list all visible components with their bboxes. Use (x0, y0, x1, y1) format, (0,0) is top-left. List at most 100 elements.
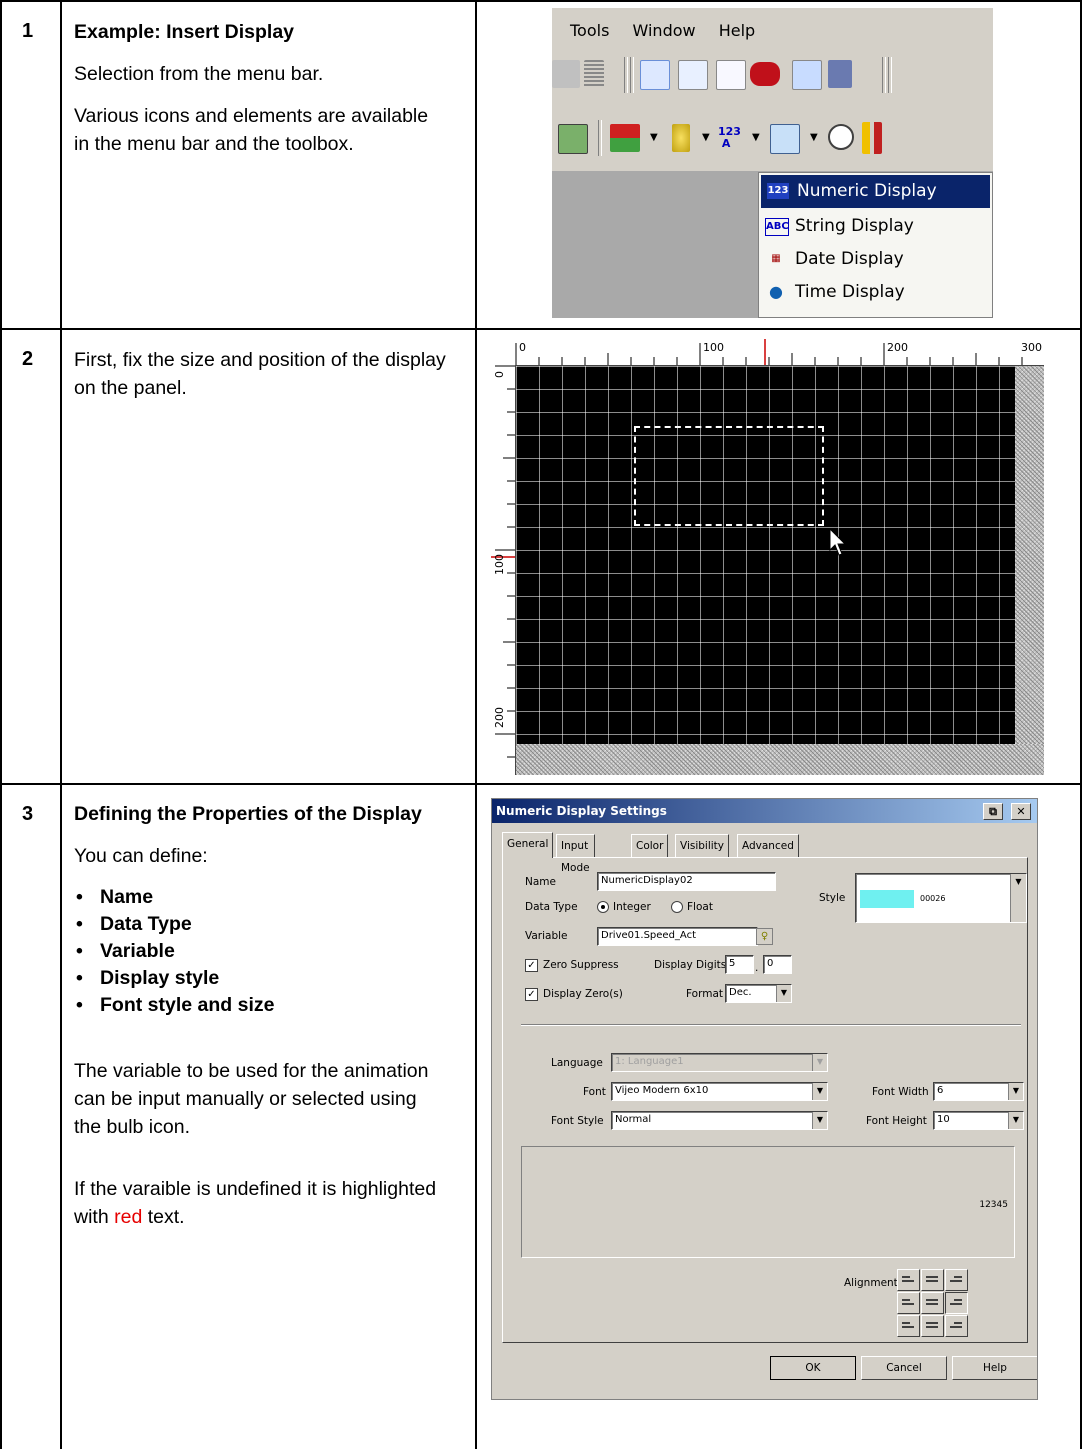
cancel-button[interactable]: Cancel (861, 1356, 947, 1380)
align-middle-right-button[interactable] (945, 1292, 968, 1314)
decimal-point: . (755, 962, 759, 974)
align-bottom-right-button[interactable] (945, 1315, 968, 1337)
name-input[interactable]: NumericDisplay02 (597, 872, 776, 891)
tab-color[interactable]: Color (631, 834, 669, 857)
copy-icon[interactable]: ⧉ (983, 803, 1003, 820)
gauge-icon[interactable] (828, 124, 854, 150)
align-middle-left-button[interactable] (897, 1292, 920, 1314)
font-style-value: Normal (615, 1114, 652, 1125)
display-zeros-checkbox[interactable]: ✓ (525, 988, 538, 1001)
zoom-icon[interactable] (640, 60, 670, 90)
numeric-display-tool-icon[interactable]: 123 A (718, 126, 741, 150)
mouse-cursor-icon (829, 528, 847, 556)
align-middle-center-button[interactable] (921, 1292, 944, 1314)
lamp-icon[interactable] (672, 124, 690, 152)
chevron-down-icon[interactable]: ▼ (810, 132, 818, 143)
close-icon[interactable]: ✕ (1011, 803, 1031, 820)
tab-advanced[interactable]: Advanced (737, 834, 799, 857)
chevron-down-icon[interactable]: ▼ (650, 132, 658, 143)
selection-rectangle[interactable] (634, 426, 824, 526)
property-list: Name Data Type Variable Display style Fo… (74, 884, 459, 1019)
font-height-select[interactable]: 10 ▼ (933, 1111, 1024, 1130)
switch-icon[interactable] (610, 124, 640, 152)
style-color-swatch (860, 890, 914, 908)
float-radio[interactable] (671, 901, 683, 913)
chevron-down-icon[interactable]: ▼ (702, 132, 710, 143)
format-select[interactable]: Dec. ▼ (725, 984, 792, 1003)
bulb-icon[interactable]: ♀ (756, 928, 773, 945)
picture-icon[interactable] (558, 124, 588, 154)
input-icon[interactable] (770, 124, 800, 154)
display-digits-integer-input[interactable]: 5 (725, 955, 754, 974)
toolbar-icon[interactable] (552, 60, 580, 88)
font-style-select[interactable]: Normal ▼ (611, 1111, 828, 1130)
list-item: Display style (74, 965, 459, 992)
ruler-label: 0 (493, 371, 506, 378)
bargraph-icon[interactable] (862, 122, 882, 154)
display-dropdown-menu: 123 Numeric Display ABC String Display ▦… (758, 172, 993, 318)
font-label: Font (583, 1086, 606, 1098)
menu-item-date-display[interactable]: ▦ Date Display (759, 243, 992, 276)
align-bottom-center-button[interactable] (921, 1315, 944, 1337)
chevron-down-icon[interactable]: ▼ (776, 985, 791, 1002)
panel-icon[interactable] (792, 60, 822, 90)
preview-value: 12345 (979, 1200, 1008, 1210)
float-label: Float (687, 901, 713, 913)
tab-input-mode[interactable]: Input Mode (556, 834, 595, 874)
align-bottom-left-button[interactable] (897, 1315, 920, 1337)
menu-item-numeric-display[interactable]: 123 Numeric Display (761, 175, 990, 208)
chevron-down-icon[interactable]: ▼ (752, 132, 760, 143)
time-display-icon: ● (769, 282, 783, 301)
menu-help[interactable]: Help (719, 21, 755, 40)
style-select[interactable]: 00026 ▼ (855, 873, 1027, 923)
style-label: Style (819, 892, 846, 904)
chevron-down-icon[interactable]: ▼ (812, 1083, 827, 1100)
panel-canvas[interactable] (516, 366, 1015, 744)
device-icon[interactable] (750, 62, 780, 86)
chevron-down-icon[interactable]: ▼ (812, 1112, 827, 1129)
find-icon[interactable] (828, 60, 852, 88)
align-top-right-button[interactable] (945, 1269, 968, 1291)
step-number: 3 (22, 803, 34, 825)
language-select[interactable]: 1: Language1 ▼ (611, 1053, 828, 1072)
font-height-label: Font Height (866, 1115, 927, 1127)
chevron-down-icon[interactable]: ▼ (1008, 1083, 1023, 1100)
chevron-down-icon[interactable]: ▼ (812, 1054, 827, 1071)
tab-visibility[interactable]: Visibility (675, 834, 730, 857)
font-height-value: 10 (937, 1114, 950, 1125)
font-width-label: Font Width (872, 1086, 929, 1098)
ruler-label: 300 (1021, 341, 1042, 354)
menu-tools[interactable]: Tools (570, 21, 609, 40)
chevron-down-icon[interactable]: ▼ (1010, 874, 1026, 922)
font-width-select[interactable]: 6 ▼ (933, 1082, 1024, 1101)
menu-item-string-display[interactable]: ABC String Display (759, 210, 992, 243)
variable-input[interactable]: Drive01.Speed_Act (597, 927, 758, 946)
ruler-ticks (515, 339, 1023, 365)
align-top-left-button[interactable] (897, 1269, 920, 1291)
grid-icon[interactable] (584, 60, 604, 88)
toolbar-top (552, 52, 993, 98)
step-paragraph: You can define: (74, 845, 208, 867)
help-button[interactable]: Help (952, 1356, 1037, 1380)
display-digits-decimal-input[interactable]: 0 (763, 955, 792, 974)
align-top-center-button[interactable] (921, 1269, 944, 1291)
ok-button[interactable]: OK (770, 1356, 856, 1380)
offscreen-area (1015, 366, 1044, 775)
integer-radio[interactable] (597, 901, 609, 913)
date-display-icon: ▦ (771, 253, 781, 264)
window-icon[interactable] (678, 60, 708, 90)
font-style-label: Font Style (551, 1115, 604, 1127)
step-paragraph: The variable to be used for the animatio… (74, 1060, 429, 1138)
alarm-icon[interactable] (716, 60, 746, 90)
font-select[interactable]: Vijeo Modern 6x10 ▼ (611, 1082, 828, 1101)
chevron-down-icon[interactable]: ▼ (1008, 1112, 1023, 1129)
tab-general[interactable]: General (502, 832, 554, 858)
alignment-label: Alignment (844, 1277, 898, 1289)
menu-window[interactable]: Window (633, 21, 696, 40)
step-1-text: Example: Insert Display Selection from t… (74, 18, 464, 172)
menu-item-time-display[interactable]: ● Time Display (759, 276, 992, 309)
zero-suppress-checkbox[interactable]: ✓ (525, 959, 538, 972)
language-value: 1: Language1 (615, 1056, 684, 1067)
language-label: Language (551, 1057, 603, 1069)
display-zeros-label: Display Zero(s) (543, 988, 623, 1000)
